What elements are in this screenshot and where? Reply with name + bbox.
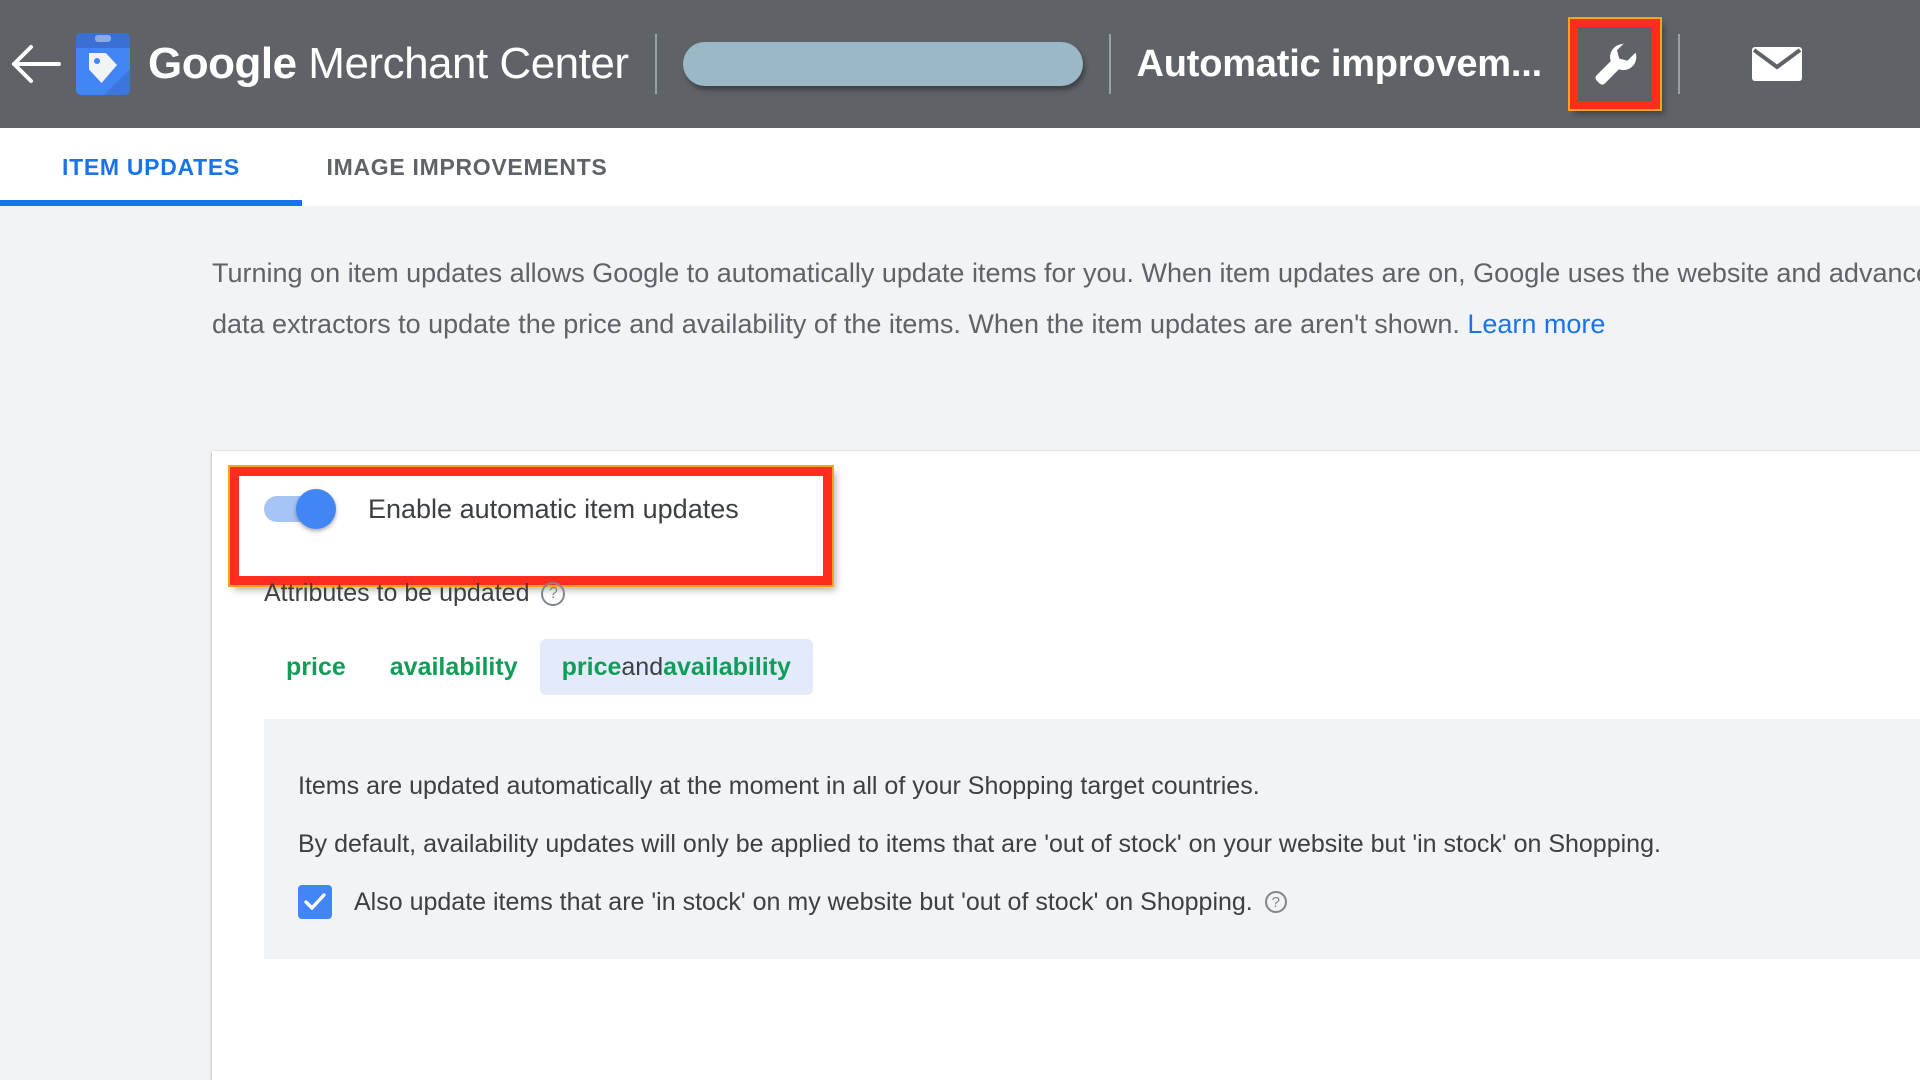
learn-more-link[interactable]: Learn more	[1467, 309, 1605, 339]
wrench-icon	[1595, 42, 1637, 85]
intro-paragraph: Turning on item updates allows Google to…	[212, 248, 1920, 350]
tools-button[interactable]	[1567, 17, 1662, 111]
content-area: Turning on item updates allows Google to…	[0, 206, 1920, 1080]
brand-google: Google	[148, 39, 297, 88]
toggle-knob	[296, 489, 336, 529]
enable-item-updates-toggle[interactable]	[264, 489, 340, 529]
attributes-chip-group: price availability price and availabilit…	[264, 639, 813, 695]
tab-item-updates[interactable]: ITEM UPDATES	[0, 128, 302, 206]
also-update-label-row: Also update items that are 'in stock' on…	[354, 888, 1287, 917]
info-line-2: By default, availability updates will on…	[298, 830, 1661, 858]
brand-lockup[interactable]: Google Merchant Center	[76, 33, 629, 95]
also-update-label: Also update items that are 'in stock' on…	[354, 887, 1253, 916]
chip-price-and-availability-and: and	[621, 652, 664, 681]
account-selector[interactable]	[682, 42, 1083, 86]
tab-image-improvements-label: IMAGE IMPROVEMENTS	[326, 153, 608, 180]
tab-bar: ITEM UPDATES IMAGE IMPROVEMENTS	[0, 128, 1920, 206]
also-update-help-circle-icon[interactable]: ?	[1264, 891, 1287, 913]
appbar-divider-3	[1677, 34, 1680, 94]
top-app-bar: Google Merchant Center Automatic improve…	[0, 0, 1920, 128]
item-updates-card: Enable automatic item updates Attributes…	[212, 451, 1920, 1080]
also-update-row[interactable]: Also update items that are 'in stock' on…	[298, 885, 1900, 919]
mail-icon	[1751, 47, 1802, 81]
checkmark-icon	[304, 893, 326, 910]
merchant-center-logo-icon	[76, 33, 130, 95]
also-update-checkbox[interactable]	[298, 885, 332, 919]
chip-availability-label: availability	[389, 652, 518, 681]
chip-price-and-availability[interactable]: price and availability	[539, 639, 813, 695]
enable-item-updates-row[interactable]: Enable automatic item updates	[264, 489, 739, 529]
info-line-1: Items are updated automatically at the m…	[298, 772, 1260, 800]
availability-info-box: Items are updated automatically at the m…	[264, 719, 1920, 959]
brand-title: Google Merchant Center	[148, 39, 629, 89]
chip-price-and-availability-price: price	[561, 652, 622, 681]
tab-item-updates-label: ITEM UPDATES	[62, 153, 240, 180]
chip-price-and-availability-availability: availability	[663, 652, 791, 681]
appbar-divider-2	[1108, 34, 1111, 94]
help-circle-icon[interactable]: ?	[541, 581, 566, 606]
brand-merchant-center: Merchant Center	[296, 39, 629, 88]
chip-price[interactable]: price	[264, 639, 368, 695]
intro-text: Turning on item updates allows Google to…	[212, 258, 1920, 339]
attributes-label: Attributes to be updated	[264, 579, 530, 607]
page-title: Automatic improvem...	[1136, 42, 1543, 85]
enable-item-updates-label: Enable automatic item updates	[368, 493, 739, 524]
chip-price-label: price	[286, 652, 346, 681]
back-arrow-icon[interactable]	[0, 43, 70, 85]
chip-availability[interactable]: availability	[368, 639, 540, 695]
mail-button[interactable]	[1740, 27, 1814, 101]
appbar-divider-1	[654, 34, 657, 94]
attributes-label-row: Attributes to be updated ?	[264, 579, 566, 608]
tab-image-improvements[interactable]: IMAGE IMPROVEMENTS	[302, 128, 632, 206]
